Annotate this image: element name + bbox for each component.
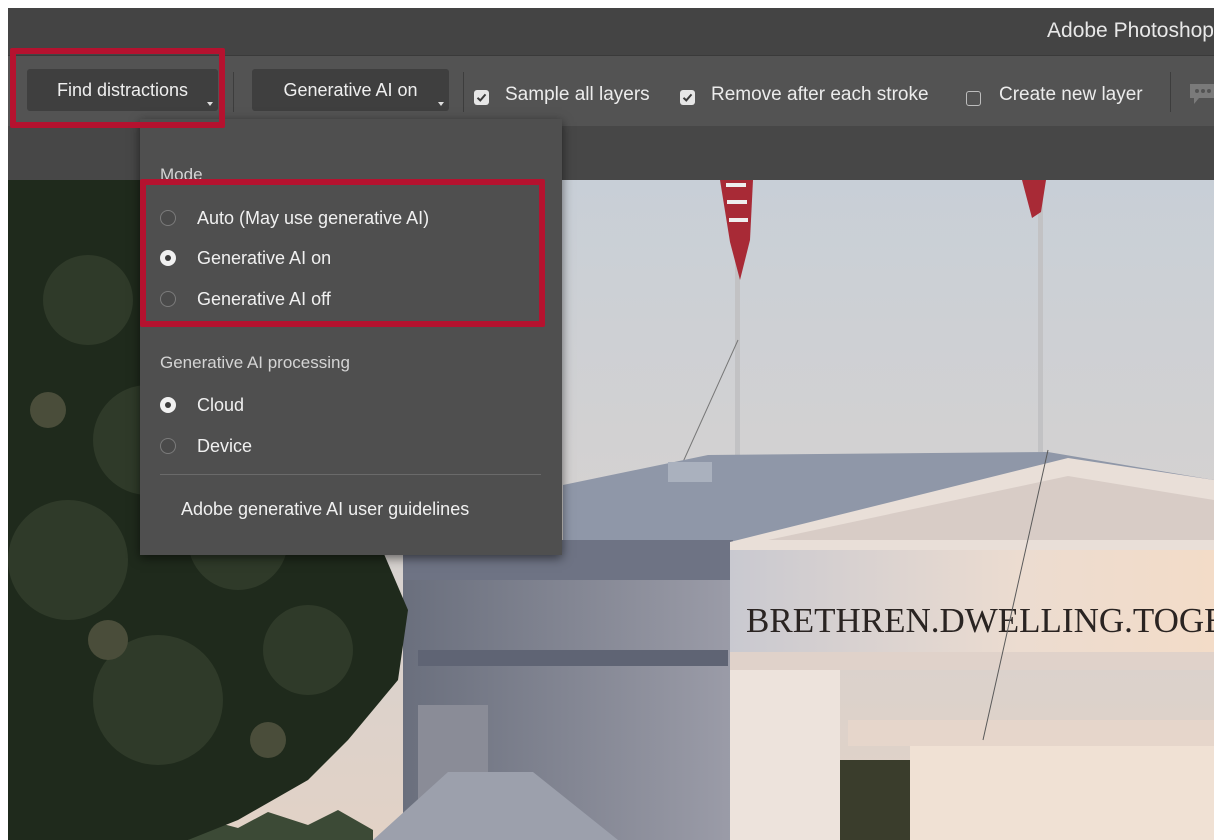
mode-button-label: Generative AI on [283,80,418,100]
inscription-text: BRETHREN.DWELLING.TOGETHER. [746,601,1214,640]
checkmark-icon [476,93,487,102]
cloud-radio[interactable] [160,397,176,413]
create-new-layer-label: Create new layer [999,84,1143,105]
app-title: Adobe Photoshop [1047,19,1214,42]
checkmark-icon [682,93,693,102]
create-new-layer-checkbox[interactable] [966,91,981,106]
menu-divider [160,474,541,475]
ai-guidelines-link[interactable]: Adobe generative AI user guidelines [181,499,469,520]
dropdown-triangle-icon [438,102,444,106]
separator [463,72,464,112]
sample-all-layers-label: Sample all layers [505,84,650,105]
cloud-label: Cloud [197,395,245,415]
separator [233,72,234,112]
device-radio[interactable] [160,438,176,454]
chat-bubble-icon[interactable] [1188,82,1214,106]
separator [1170,72,1171,112]
processing-section-header: Generative AI processing [160,353,350,372]
sample-all-layers-checkbox[interactable] [474,90,489,105]
remove-after-each-stroke-label: Remove after each stroke [711,84,929,105]
mode-dropdown-button[interactable]: Generative AI on [252,69,449,111]
highlight-box-find-distractions [10,48,225,128]
photoshop-window: Adobe Photoshop Find distractions Genera… [8,8,1214,840]
highlight-box-mode-options [140,179,545,327]
device-label: Device [197,436,253,456]
remove-after-each-stroke-checkbox[interactable] [680,90,695,105]
